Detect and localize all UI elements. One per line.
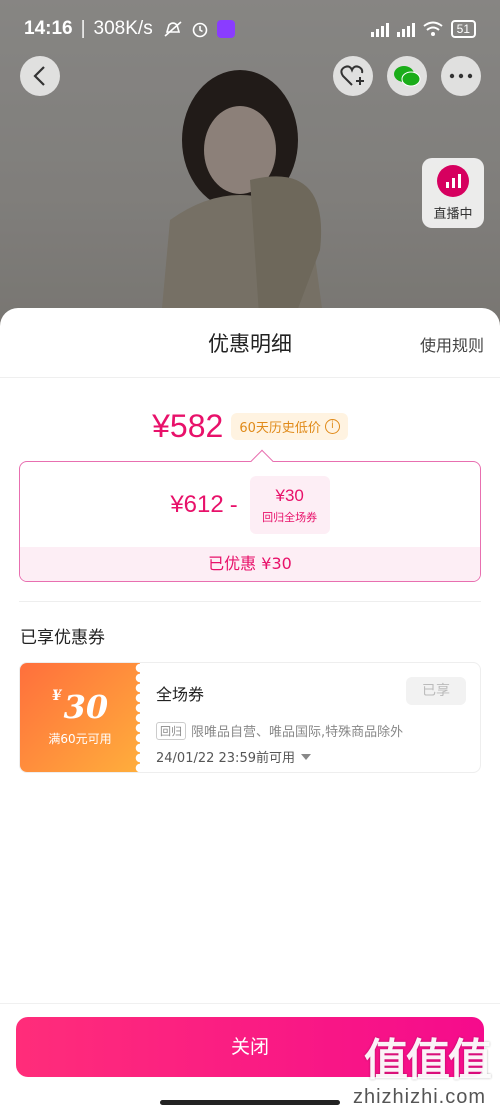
wechat-share-button[interactable] [387,56,427,96]
status-time: 14:16 [24,18,73,39]
final-price: ¥582 [152,408,224,444]
live-label: 直播中 [433,206,473,222]
wifi-icon [423,21,443,36]
signal-2-icon [396,21,415,37]
network-speed: 308K/s [93,18,153,39]
sheet-header: 优惠明细 使用规则 [0,308,500,378]
status-separator: | [80,18,86,39]
bottom-bar: 关闭 值值值 zhizhizhi.com [0,1003,500,1111]
battery-indicator: 51 [450,20,476,38]
coupon-condition: 满60元可用 [48,732,112,746]
info-icon: i [324,419,340,434]
status-icons-left [163,20,235,38]
coupons-section-title: 已享优惠券 [20,628,105,648]
home-indicator[interactable] [160,1100,340,1105]
back-button[interactable] [20,56,60,96]
coupon-info-panel: 全场券 已享 回归 限唯品自营、唯品国际,特殊商品除外 24/01/22 23:… [140,663,480,772]
total-saved: 已优惠 ¥30 [20,547,480,581]
coupon-amount: ¥30 [52,688,108,726]
coupon-description: 回归 限唯品自营、唯品国际,特殊商品除外 [156,721,403,740]
signal-1-icon [370,21,389,37]
coupon-expiry: 24/01/22 23:59前可用 [156,751,295,766]
live-icon [437,164,469,197]
dropdown-icon [300,753,311,760]
discount-details-sheet: 优惠明细 使用规则 ¥582 60天历史低价 i ¥612 - ¥30 回归全场… [0,308,500,1111]
status-bar: 14:16 | 308K/s 51 [0,0,500,58]
coupon-value-panel: ¥30 满60元可用 [20,663,145,772]
watermark-logo: 值值值 [364,1035,492,1086]
back-icon [33,66,45,86]
favorite-button[interactable] [333,56,373,96]
original-price: ¥612 [170,491,224,518]
watermark-url: zhizhizhi.com [352,1086,486,1108]
alarm-icon [192,22,208,38]
minus-sign: - [229,492,238,518]
discount-value: ¥30 [275,485,304,505]
coupon-tag: 回归 [156,721,186,740]
coupon-status-button: 已享 [406,677,466,705]
mute-icon [164,21,182,37]
wechat-icon [394,66,421,87]
coupon-name: 全场券 [156,685,205,704]
historical-low-badge[interactable]: 60天历史低价 i [231,413,348,440]
more-icon [449,73,473,79]
usage-rules-link[interactable]: 使用规则 [420,332,484,356]
discount-label: 回归全场券 [262,510,318,524]
coupon-expiry-toggle[interactable]: 24/01/22 23:59前可用 [156,747,311,766]
calc-formula: ¥612 - ¥30 回归全场券 [20,476,480,534]
historical-low-label: 60天历史低价 [239,421,321,436]
calc-pointer [250,449,274,473]
live-stream-button[interactable]: 直播中 [422,158,484,228]
more-button[interactable] [441,56,481,96]
price-calculation-box: ¥612 - ¥30 回归全场券 已优惠 ¥30 [19,449,481,582]
coupon-amount-value: 30 [63,688,109,726]
status-icons-right: 51 [370,20,476,38]
section-divider [19,601,481,602]
discount-chip: ¥30 回归全场券 [249,476,330,534]
coupon-scope: 限唯品自营、唯品国际,特殊商品除外 [191,725,404,740]
coupon-currency: ¥ [51,688,62,704]
final-price-row: ¥582 60天历史低价 i [0,408,500,445]
favorite-add-icon [340,65,364,86]
coupon-card: ¥30 满60元可用 全场券 已享 回归 限唯品自营、唯品国际,特殊商品除外 2… [19,662,481,773]
app-notification-icon [216,20,235,38]
